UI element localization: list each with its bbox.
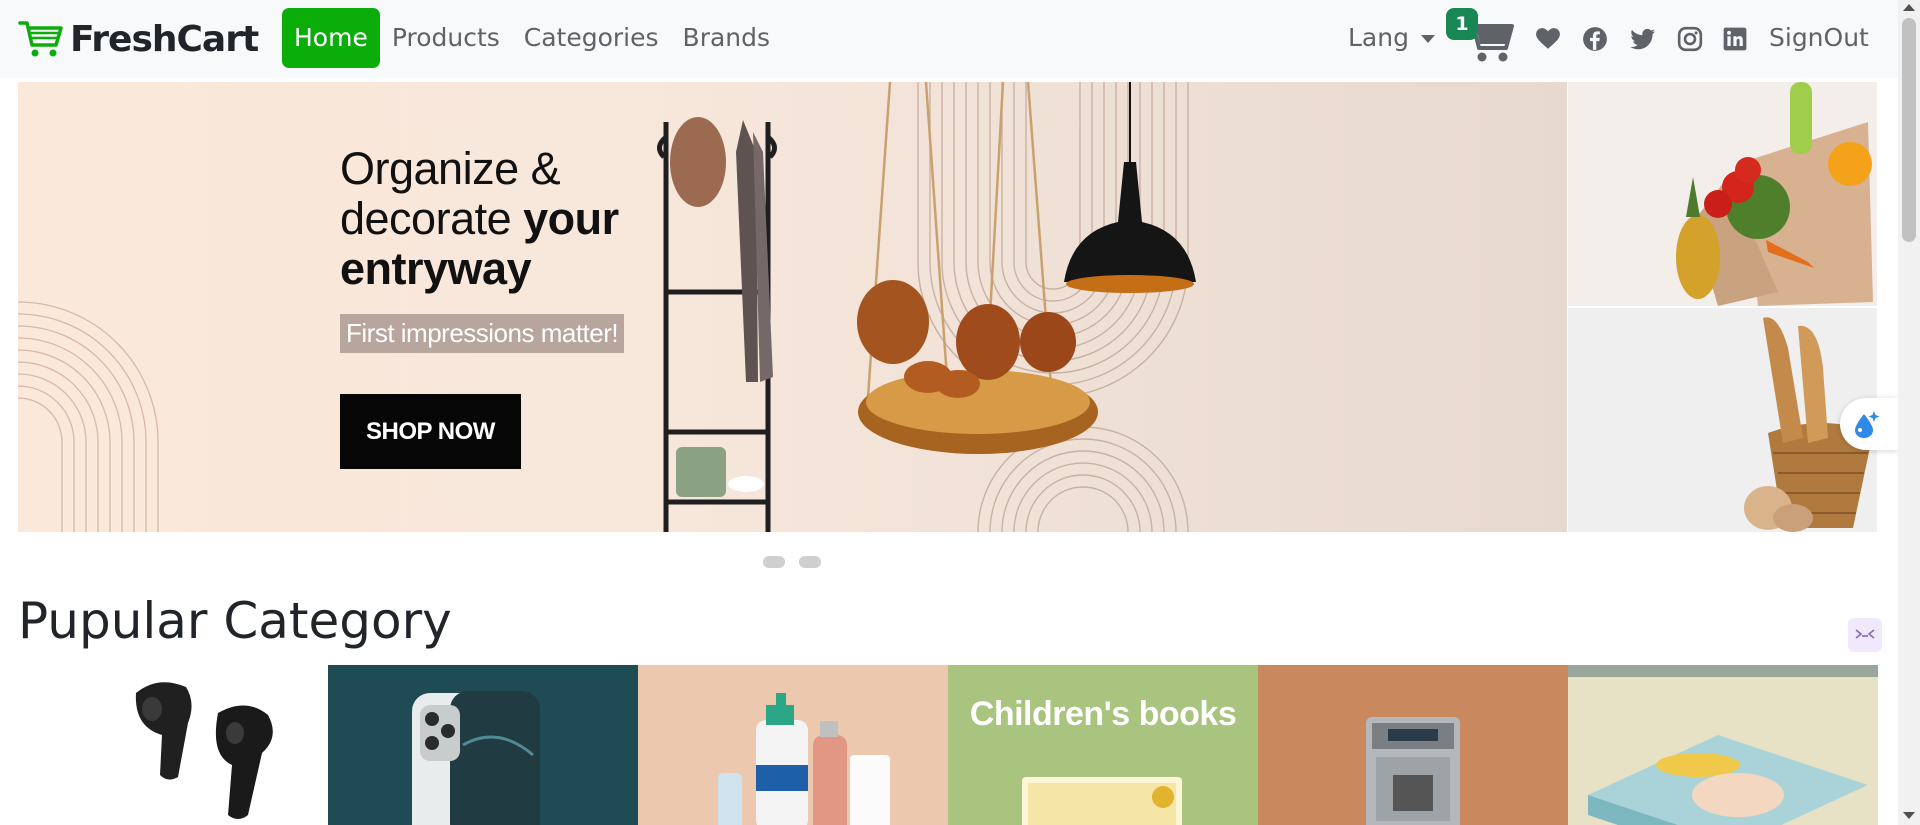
category-card-diapers[interactable]	[1568, 665, 1878, 825]
coffee-machine-image	[1258, 665, 1568, 825]
code-icon	[1855, 629, 1875, 639]
grocery-bag-banner[interactable]	[1568, 82, 1877, 306]
earbuds-image	[135, 682, 273, 819]
slider-dot-1[interactable]	[763, 556, 785, 568]
grocery-bag-image	[1568, 82, 1877, 306]
scroll-thumb[interactable]	[1902, 18, 1916, 242]
shop-now-button[interactable]: SHOP NOW	[340, 394, 521, 469]
lang-label: Lang	[1348, 23, 1409, 52]
pendant-lamp-image	[1064, 82, 1196, 293]
cart-count-badge: 1	[1446, 8, 1478, 40]
bread-basket-image	[1568, 308, 1877, 532]
instagram-icon[interactable]	[1677, 26, 1703, 52]
category-card-phone[interactable]	[328, 665, 638, 825]
floating-widget-button[interactable]	[1840, 398, 1898, 450]
section-title: Pupular Category	[18, 592, 452, 650]
childrens-books-image	[1022, 777, 1182, 825]
category-card-skincare[interactable]	[638, 665, 948, 825]
category-card-childrens-books[interactable]: Children's books	[948, 665, 1258, 825]
lang-dropdown[interactable]: Lang	[1348, 23, 1435, 52]
scroll-up-arrow-icon[interactable]	[1903, 4, 1915, 11]
skincare-image	[638, 665, 948, 825]
hero-title-line1: Organize &	[340, 143, 561, 194]
hero-title: Organize & decorate your entryway	[340, 144, 619, 294]
bread-basket-banner[interactable]	[1568, 308, 1877, 532]
hero-title-line3: entryway	[340, 243, 532, 294]
signout-link[interactable]: SignOut	[1769, 23, 1869, 52]
facebook-icon[interactable]	[1582, 26, 1608, 52]
header-actions: Lang 1 SignOut	[0, 0, 1898, 78]
app-viewport: FreshCart Home Products Categories Brand…	[0, 0, 1920, 825]
water-drop-sparkle-icon	[1855, 411, 1880, 438]
category-slider: Children's books	[18, 665, 1878, 825]
category-card-earbuds[interactable]	[18, 665, 328, 825]
twitter-icon[interactable]	[1630, 26, 1656, 52]
page-scrollbar[interactable]	[1898, 0, 1920, 825]
top-navbar: FreshCart Home Products Categories Brand…	[0, 0, 1898, 78]
category-card-coffee-machine[interactable]	[1258, 665, 1568, 825]
linkedin-icon[interactable]	[1722, 26, 1748, 52]
caret-down-icon	[1420, 34, 1435, 43]
heart-icon[interactable]	[1535, 26, 1561, 52]
hero-title-line2: decorate	[340, 193, 524, 244]
slider-dots	[763, 556, 821, 568]
phone-image	[328, 665, 638, 825]
hero-title-line2-bold: your	[523, 193, 619, 244]
hero-subtitle: First impressions matter!	[340, 314, 625, 353]
hero-slider[interactable]: Organize & decorate your entryway First …	[18, 82, 1567, 532]
diapers-image	[1568, 665, 1878, 825]
slider-dot-2[interactable]	[799, 556, 821, 568]
scroll-down-arrow-icon[interactable]	[1903, 812, 1915, 819]
floating-code-widget[interactable]	[1848, 618, 1882, 652]
